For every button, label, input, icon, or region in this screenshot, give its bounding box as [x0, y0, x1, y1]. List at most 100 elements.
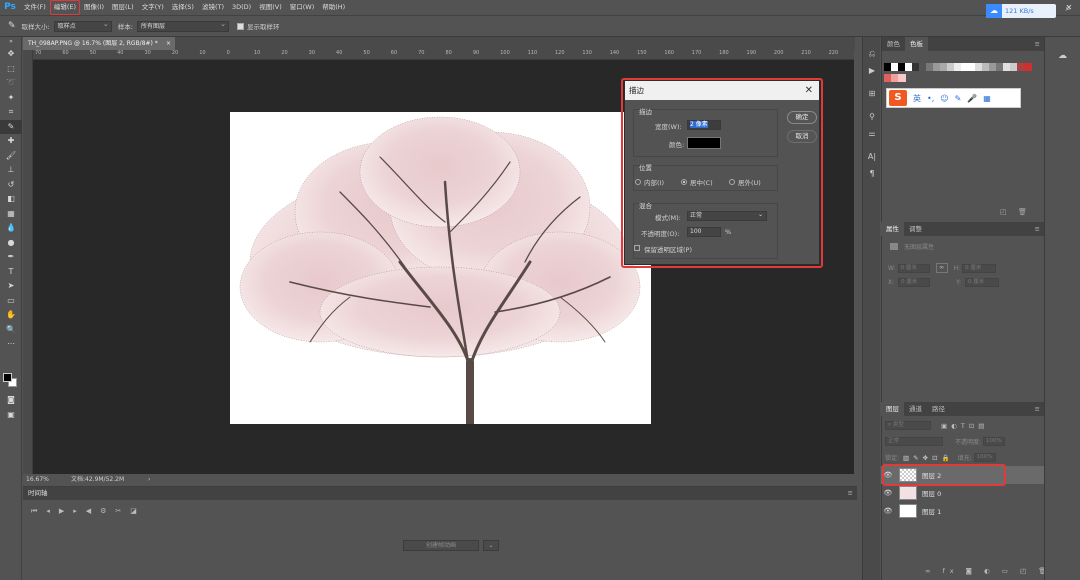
- toolbar-grip[interactable]: »: [0, 37, 22, 47]
- blur-tool-icon[interactable]: 💧: [0, 221, 22, 236]
- transition-icon[interactable]: ◪: [130, 507, 137, 516]
- history-panel-icon[interactable]: ⎌: [863, 45, 881, 62]
- lock-icons[interactable]: ▧✎✥⊡🔒: [903, 454, 954, 462]
- color-swatches[interactable]: [3, 373, 19, 389]
- color-panel-menu-icon[interactable]: ≡: [1035, 37, 1044, 51]
- y-input[interactable]: 0 厘米: [965, 278, 1000, 287]
- path-select-tool-icon[interactable]: ➤: [0, 279, 22, 294]
- visibility-eye-icon[interactable]: 👁: [881, 489, 895, 497]
- audio-icon[interactable]: ◀: [86, 507, 91, 516]
- crop-tool-icon[interactable]: ⌗: [0, 105, 22, 120]
- ime-pen-icon[interactable]: ✎: [955, 94, 962, 103]
- ime-grid-icon[interactable]: ▦: [983, 94, 991, 103]
- layer-row-0[interactable]: 👁 图层 0: [881, 484, 1044, 502]
- close-tab-icon[interactable]: ×: [166, 37, 171, 50]
- layers-footer-icons[interactable]: ∞ fx ◙ ◐ ▭ ◰ 🗑: [925, 567, 1051, 575]
- layer-name[interactable]: 图层 1: [922, 506, 941, 516]
- fill-input[interactable]: 100%: [973, 453, 996, 462]
- link-icon[interactable]: ∞: [935, 263, 948, 273]
- type-tool-icon[interactable]: T: [0, 265, 22, 280]
- foreground-color-swatch[interactable]: [3, 373, 12, 382]
- libraries-icon[interactable]: ☁: [1045, 51, 1080, 61]
- brush-tool-icon[interactable]: 🖌: [0, 149, 22, 164]
- menu-help[interactable]: 帮助(H): [318, 0, 349, 15]
- lasso-tool-icon[interactable]: ➰: [0, 76, 22, 91]
- brush-panel-icon[interactable]: ⚲: [863, 108, 881, 125]
- history-brush-icon[interactable]: ↺: [0, 178, 22, 193]
- hand-tool-icon[interactable]: ✋: [0, 308, 22, 323]
- ime-language[interactable]: 英: [913, 93, 921, 104]
- height-input[interactable]: 0 厘米: [962, 263, 997, 273]
- screen-mode-icon[interactable]: ▣: [0, 408, 22, 423]
- zoom-tool-icon[interactable]: 🔍: [0, 323, 22, 338]
- ime-punct-icon[interactable]: •,: [927, 94, 934, 103]
- ime-emoji-icon[interactable]: ☺: [940, 94, 948, 103]
- create-frame-animation-button[interactable]: 创建帧动画: [403, 540, 479, 551]
- menu-select[interactable]: 选择(S): [168, 0, 198, 15]
- gradient-tool-icon[interactable]: ▦: [0, 207, 22, 222]
- new-swatch-icon[interactable]: ◰: [1000, 208, 1007, 216]
- move-tool-icon[interactable]: ✥: [0, 47, 22, 62]
- menu-view[interactable]: 视图(V): [255, 0, 286, 15]
- adjust-dock-icon[interactable]: ⚌: [863, 125, 881, 142]
- dodge-tool-icon[interactable]: ●: [0, 236, 22, 251]
- sample-size-select[interactable]: 取样点: [53, 20, 112, 32]
- sample-select[interactable]: 所有图层: [136, 20, 229, 32]
- actions-panel-icon[interactable]: ▶: [863, 62, 881, 79]
- layer-kind-filter[interactable]: ⌕ 类型: [885, 421, 931, 430]
- menu-image[interactable]: 图像(I): [80, 0, 108, 15]
- timeline-menu-icon[interactable]: ≡: [848, 487, 853, 500]
- swatch-cell[interactable]: [1024, 63, 1032, 71]
- swatch-grid[interactable]: [884, 63, 1034, 85]
- next-frame-icon[interactable]: ▸: [73, 507, 77, 516]
- marquee-tool-icon[interactable]: ⬚: [0, 62, 22, 77]
- shape-tool-icon[interactable]: ▭: [0, 294, 22, 309]
- split-icon[interactable]: ✂: [115, 507, 121, 516]
- settings-icon[interactable]: ⚙: [100, 507, 106, 516]
- swatches-dock-icon[interactable]: ⊞: [863, 85, 881, 102]
- blend-mode-select[interactable]: 正常: [885, 437, 943, 446]
- menu-3d[interactable]: 3D(D): [228, 0, 255, 15]
- layer-name[interactable]: 图层 0: [922, 488, 941, 498]
- menu-layer[interactable]: 图层(L): [108, 0, 138, 15]
- stamp-tool-icon[interactable]: ⊥: [0, 163, 22, 178]
- healing-tool-icon[interactable]: ✚: [0, 134, 22, 149]
- eyedropper-tool-icon[interactable]: ✎: [0, 119, 22, 134]
- quick-mask-icon[interactable]: ◙: [0, 393, 22, 408]
- search-icon[interactable]: ⌕: [1060, 3, 1076, 19]
- layer-filter-icons[interactable]: ▣◐T⊡▤: [941, 422, 988, 430]
- status-menu-arrow-icon[interactable]: ›: [148, 474, 150, 485]
- first-frame-icon[interactable]: ⏮: [31, 507, 37, 516]
- document-canvas[interactable]: [230, 112, 651, 428]
- play-icon[interactable]: ▶: [59, 507, 64, 516]
- delete-swatch-icon[interactable]: 🗑: [1018, 208, 1027, 216]
- tab-channels[interactable]: 通道: [904, 402, 927, 416]
- prev-frame-icon[interactable]: ◂: [46, 507, 50, 516]
- menu-window[interactable]: 窗口(W): [286, 0, 319, 15]
- paragraph-panel-icon[interactable]: ¶: [863, 165, 881, 182]
- ime-mic-icon[interactable]: 🎤: [967, 94, 977, 103]
- menu-filter[interactable]: 滤镜(T): [198, 0, 228, 15]
- layers-menu-icon[interactable]: ≡: [1035, 402, 1044, 416]
- opacity-input[interactable]: 100%: [983, 437, 1006, 446]
- tab-color[interactable]: 颜色: [882, 37, 905, 51]
- width-input[interactable]: 0 厘米: [897, 263, 930, 273]
- properties-menu-icon[interactable]: ≡: [1035, 222, 1044, 236]
- visibility-eye-icon[interactable]: 👁: [881, 507, 895, 515]
- show-ring-checkbox[interactable]: [236, 22, 244, 30]
- quick-select-tool-icon[interactable]: ✦: [0, 91, 22, 106]
- create-dropdown-arrow-icon[interactable]: ⌄: [483, 540, 499, 551]
- x-input[interactable]: 0 厘米: [898, 278, 931, 287]
- menu-edit[interactable]: 编辑(E): [49, 0, 80, 15]
- tab-properties[interactable]: 属性: [881, 222, 904, 236]
- menu-type[interactable]: 文字(Y): [138, 0, 168, 15]
- layer-row-1[interactable]: 👁 图层 1: [881, 502, 1044, 520]
- tab-layers[interactable]: 图层: [881, 402, 904, 416]
- tab-adjustments[interactable]: 调整: [904, 222, 927, 236]
- eraser-tool-icon[interactable]: ◧: [0, 192, 22, 207]
- eyedropper-icon[interactable]: ✎: [8, 21, 16, 31]
- swatch-cell[interactable]: [898, 74, 906, 82]
- zoom-level[interactable]: 16.67%: [26, 474, 49, 485]
- tab-paths[interactable]: 路径: [927, 402, 950, 416]
- pen-tool-icon[interactable]: ✒: [0, 250, 22, 265]
